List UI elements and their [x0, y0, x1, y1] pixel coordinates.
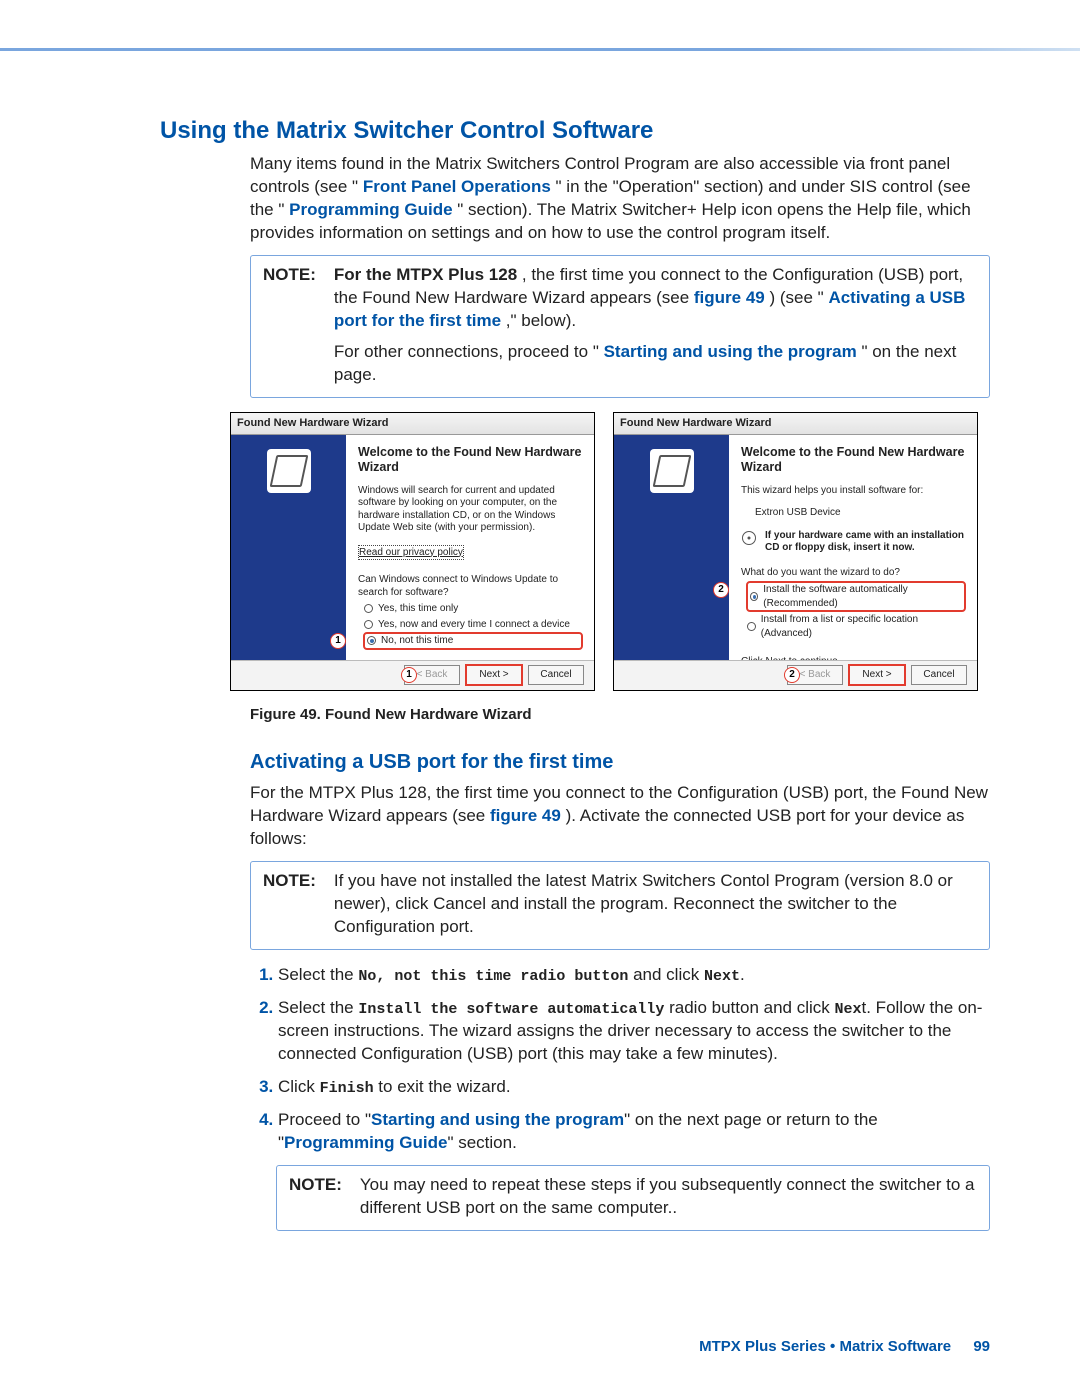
activating-intro: For the MTPX Plus 128, the first time yo…: [250, 782, 990, 851]
privacy-link[interactable]: Read our privacy policy: [358, 545, 464, 561]
wizard-titlebar: Found New Hardware Wizard: [614, 413, 977, 435]
insert-cd-text: If your hardware came with an installati…: [765, 530, 965, 555]
text: ," below).: [506, 311, 576, 330]
wizard-side-graphic: [231, 435, 346, 660]
hardware-icon: [650, 449, 694, 493]
link-front-panel[interactable]: Front Panel Operations: [363, 177, 551, 196]
document-page: Using the Matrix Switcher Control Softwa…: [0, 0, 1080, 1397]
link-programming-guide[interactable]: Programming Guide: [289, 200, 452, 219]
wizard-helps: This wizard helps you install software f…: [741, 485, 965, 498]
radio-install-auto[interactable]: Install the software automatically (Reco…: [747, 582, 965, 611]
link-programming-guide[interactable]: Programming Guide: [284, 1133, 447, 1152]
radio-no-not-this-time[interactable]: No, not this time: [364, 633, 582, 649]
heading-activating-usb: Activating a USB port for the first time: [250, 749, 990, 776]
text-bold: For the MTPX Plus 128: [334, 265, 517, 284]
hardware-icon: [267, 449, 311, 493]
step-4: Proceed to "Starting and using the progr…: [278, 1109, 990, 1155]
cancel-button[interactable]: Cancel: [528, 665, 584, 685]
note-body: If you have not installed the latest Mat…: [334, 870, 977, 939]
note-label: NOTE:: [289, 1174, 342, 1220]
wizard-footer: 1 < Back Next > Cancel: [231, 660, 594, 690]
note-box-3: NOTE: You may need to repeat these steps…: [276, 1165, 990, 1231]
note-label: NOTE:: [263, 870, 316, 939]
wizard-heading: Welcome to the Found New Hardware Wizard: [358, 445, 582, 475]
text: For other connections, proceed to ": [334, 342, 599, 361]
note1-para2: For other connections, proceed to " Star…: [334, 341, 977, 387]
wizard-question: Can Windows connect to Windows Update to…: [358, 574, 582, 599]
link-starting-program[interactable]: Starting and using the program: [371, 1110, 624, 1129]
cancel-button[interactable]: Cancel: [911, 665, 967, 685]
figure-49-wizards: Found New Hardware Wizard Welcome to the…: [230, 412, 990, 691]
wizard-right: Found New Hardware Wizard Welcome to the…: [613, 412, 978, 691]
note-label: NOTE:: [263, 264, 316, 387]
wizard-left: Found New Hardware Wizard Welcome to the…: [230, 412, 595, 691]
heading-main: Using the Matrix Switcher Control Softwa…: [160, 115, 990, 147]
cd-icon: [741, 530, 757, 546]
radio-yes-once[interactable]: Yes, this time only: [364, 602, 582, 616]
next-button[interactable]: Next >: [466, 665, 522, 685]
footer-text: MTPX Plus Series • Matrix Software: [699, 1338, 951, 1355]
wizard-question: What do you want the wizard to do?: [741, 567, 965, 580]
note1-para1: For the MTPX Plus 128 , the first time y…: [334, 264, 977, 333]
page-footer: MTPX Plus Series • Matrix Software 99: [699, 1337, 990, 1357]
device-name: Extron USB Device: [755, 507, 965, 520]
link-figure-49[interactable]: figure 49: [694, 288, 765, 307]
step-3: Click Finish to exit the wizard.: [278, 1076, 990, 1099]
wizard-footer: 2 < Back Next > Cancel: [614, 660, 977, 690]
step-2: Select the Install the software automati…: [278, 997, 990, 1066]
radio-install-list[interactable]: Install from a list or specific location…: [747, 613, 965, 640]
intro-paragraph: Many items found in the Matrix Switchers…: [250, 153, 990, 245]
link-starting-program[interactable]: Starting and using the program: [604, 342, 857, 361]
figure-caption: Figure 49. Found New Hardware Wizard: [250, 705, 990, 725]
wizard-heading: Welcome to the Found New Hardware Wizard: [741, 445, 965, 475]
radio-yes-always[interactable]: Yes, now and every time I connect a devi…: [364, 618, 582, 632]
note-box-2: NOTE: If you have not installed the late…: [250, 861, 990, 950]
callout-2b: 2: [784, 667, 800, 683]
wizard-side-graphic: [614, 435, 729, 660]
page-number: 99: [973, 1338, 990, 1355]
wizard-titlebar: Found New Hardware Wizard: [231, 413, 594, 435]
text: ) (see ": [769, 288, 823, 307]
wizard-desc: Windows will search for current and upda…: [358, 485, 582, 535]
step-1: Select the No, not this time radio butto…: [278, 964, 990, 987]
note-box-1: NOTE: For the MTPX Plus 128 , the first …: [250, 255, 990, 398]
next-button[interactable]: Next >: [849, 665, 905, 685]
callout-1b: 1: [401, 667, 417, 683]
steps-list: Select the No, not this time radio butto…: [250, 964, 990, 1156]
note-body: You may need to repeat these steps if yo…: [360, 1174, 977, 1220]
link-figure-49[interactable]: figure 49: [490, 806, 561, 825]
